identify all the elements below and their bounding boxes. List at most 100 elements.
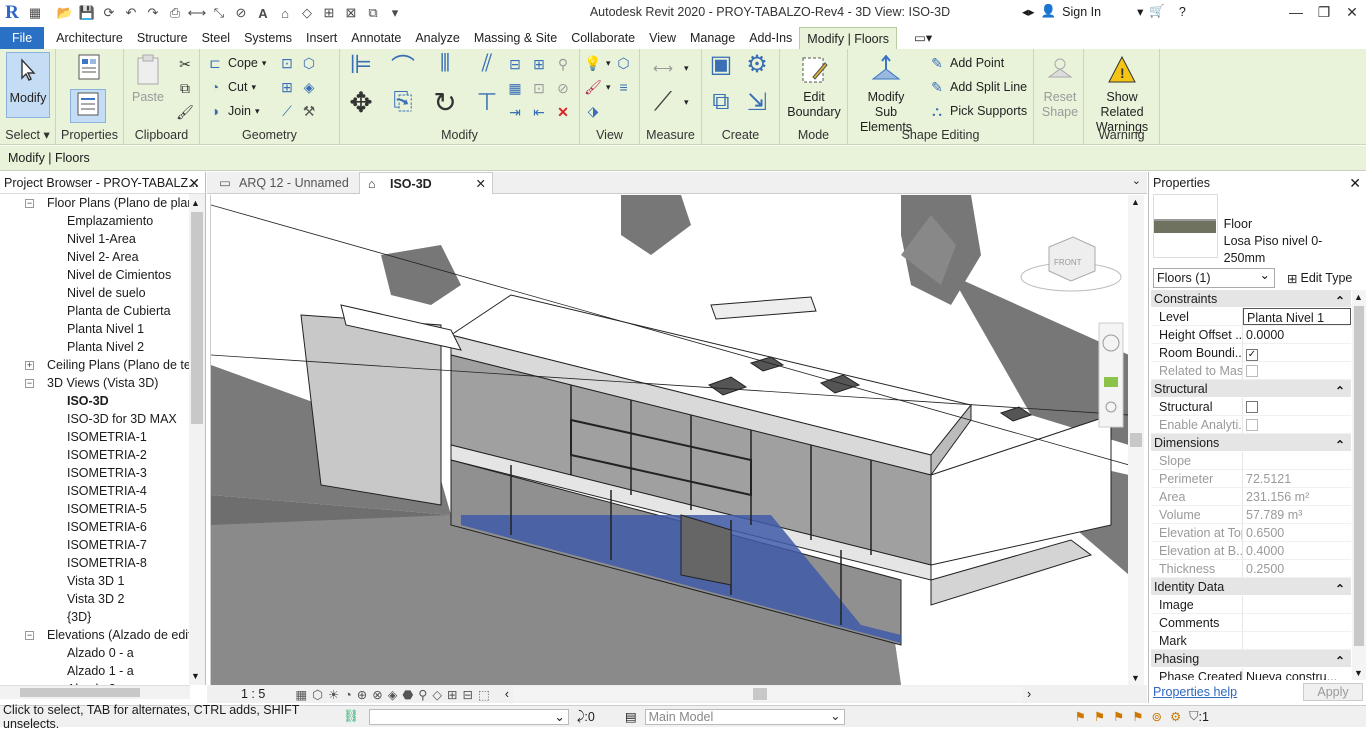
print-icon[interactable]: ⎙ <box>164 3 186 23</box>
cut-geometry-button[interactable]: ◔ Cut ▾ <box>206 76 256 98</box>
align-icon[interactable]: ⊫ <box>346 49 376 79</box>
geometry-tool-2[interactable]: ⊞ ◈ <box>278 76 318 98</box>
aligned-dimension-icon[interactable]: ⤡ <box>208 3 230 23</box>
tab-collaborate[interactable]: Collaborate <box>564 27 642 49</box>
measure-between-icon[interactable]: ⟷ <box>646 59 680 77</box>
linework-icon[interactable]: 🖌 <box>584 78 602 96</box>
array-icon[interactable]: ▦ <box>506 79 524 97</box>
property-row[interactable]: Comments <box>1151 614 1351 632</box>
revit-logo-icon[interactable]: R <box>0 1 24 25</box>
panel-toggle-icon[interactable]: ▭▾ <box>907 27 939 49</box>
tree-item[interactable]: Alzado 1 - a <box>0 662 190 680</box>
redo-icon[interactable]: ↷ <box>142 3 164 23</box>
cope-button[interactable]: ⊏ Cope ▾ <box>206 52 266 74</box>
property-row[interactable]: Mark <box>1151 632 1351 650</box>
edit-boundary-button[interactable]: Edit Boundary <box>784 54 844 120</box>
tree-category[interactable]: − 3D Views (Vista 3D) <box>0 374 190 392</box>
geometry-tool-1[interactable]: ⊡ ⬡ <box>278 52 318 74</box>
cut-tool[interactable]: ✂ <box>176 53 194 75</box>
view-scale[interactable]: 1 : 5 <box>241 687 265 701</box>
bulb-icon[interactable]: 💡 <box>584 54 602 72</box>
property-group-header[interactable]: Identity Data <box>1151 578 1351 598</box>
design-options-icon[interactable]: ▤ <box>625 709 637 724</box>
mirror-axis-icon[interactable]: ⫴ <box>430 49 460 79</box>
reset-shape-button[interactable]: Reset Shape <box>1038 54 1082 120</box>
tab-insert[interactable]: Insert <box>299 27 344 49</box>
tree-item[interactable]: Nivel de suelo <box>0 284 190 302</box>
tab-massing-site[interactable]: Massing & Site <box>467 27 564 49</box>
tree-item[interactable]: ISO-3D for 3D MAX <box>0 410 190 428</box>
home-icon[interactable]: ▦ <box>24 3 46 23</box>
tree-item[interactable]: ISOMETRIA-4 <box>0 482 190 500</box>
property-value[interactable]: 0.0000 <box>1243 326 1351 343</box>
move-icon[interactable]: ✥ <box>346 87 376 118</box>
type-properties-button[interactable] <box>66 52 110 88</box>
property-row[interactable]: Phase Created Nueva constru... <box>1151 668 1351 680</box>
tree-item[interactable]: Vista 3D 1 <box>0 572 190 590</box>
tree-item[interactable]: Nivel de Cimientos <box>0 266 190 284</box>
delete-icon[interactable]: ✕ <box>554 103 572 121</box>
section-icon[interactable]: ◇ <box>296 3 318 23</box>
tree-item[interactable]: Planta de Cubierta <box>0 302 190 320</box>
tag-icon[interactable]: ⊘ <box>230 3 252 23</box>
tab-manage[interactable]: Manage <box>683 27 742 49</box>
property-group-header[interactable]: Structural <box>1151 380 1351 400</box>
viewcube[interactable]: FRONT <box>1020 236 1122 292</box>
apply-button[interactable]: Apply <box>1303 683 1363 701</box>
tree-item[interactable]: Alzado 0 - a <box>0 644 190 662</box>
browser-vertical-scrollbar[interactable]: ▲ ▼ <box>189 194 205 685</box>
tab-systems[interactable]: Systems <box>237 27 299 49</box>
scroll-left-icon[interactable]: ‹ <box>505 687 509 701</box>
type-selector[interactable]: Floor Losa Piso nivel 0-250mm <box>1153 194 1361 265</box>
tab-steel[interactable]: Steel <box>195 27 238 49</box>
tree-item[interactable]: Planta Nivel 1 <box>0 320 190 338</box>
3d-view-icon[interactable]: ⌂ <box>274 3 296 23</box>
sync-icon[interactable]: ⟳ <box>98 3 120 23</box>
add-split-line-button[interactable]: ✎ Add Split Line <box>928 76 1027 98</box>
tab-add-ins[interactable]: Add-Ins <box>742 27 799 49</box>
property-row[interactable]: Image <box>1151 596 1351 614</box>
tree-item[interactable]: ISO-3D <box>0 392 190 410</box>
collapse-icon[interactable]: − <box>25 199 34 208</box>
tab-architecture[interactable]: Architecture <box>49 27 130 49</box>
match-properties-tool[interactable]: 🖌 <box>176 101 194 123</box>
tree-item[interactable]: Vista 3D 2 <box>0 590 190 608</box>
undo-icon[interactable]: ↶ <box>120 3 142 23</box>
collapse-icon[interactable]: − <box>25 631 34 640</box>
property-value[interactable] <box>1243 614 1351 631</box>
tab-structure[interactable]: Structure <box>130 27 195 49</box>
customize-qat-icon[interactable]: ▾ <box>384 3 406 23</box>
copy-tool[interactable]: ⧉ <box>176 77 194 99</box>
trim-extend-icon[interactable]: ⇥ <box>506 103 524 121</box>
create-part-icon[interactable]: ▣ <box>706 49 736 79</box>
property-group-header[interactable]: Phasing <box>1151 650 1351 670</box>
design-option-dropdown[interactable]: Main Model ⌄ <box>644 708 845 725</box>
text-icon[interactable]: A <box>252 3 274 23</box>
close-browser-icon[interactable]: ✕ <box>188 172 200 194</box>
tree-item[interactable]: ISOMETRIA-1 <box>0 428 190 446</box>
scroll-right-icon[interactable]: › <box>1027 687 1031 701</box>
property-value[interactable] <box>1243 632 1351 649</box>
view-horizontal-scrollbar[interactable] <box>512 687 1023 701</box>
hide-icon[interactable]: ≡ <box>615 78 633 96</box>
open-icon[interactable]: 📂 <box>54 3 76 23</box>
tree-item[interactable]: Nivel 1-Area <box>0 230 190 248</box>
trim-multiple-icon[interactable]: ⇤ <box>530 103 548 121</box>
close-properties-icon[interactable]: ✕ <box>1349 172 1361 194</box>
create-group-icon[interactable]: ⚙ <box>742 49 772 79</box>
workset-dropdown[interactable]: ⌄ <box>368 708 569 725</box>
switch-windows-icon[interactable]: ⧉ <box>362 3 384 23</box>
property-row[interactable]: Room Boundi... ✓ <box>1151 344 1351 362</box>
select-dropdown[interactable]: Select ▾ <box>0 127 55 142</box>
show-related-warnings-button[interactable]: ! Show Related Warnings <box>1084 54 1160 135</box>
cut-profile-icon[interactable]: ⬗ <box>584 102 602 120</box>
property-group-header[interactable]: Dimensions <box>1151 434 1351 454</box>
properties-help-link[interactable]: Properties help <box>1153 685 1237 699</box>
paste-button[interactable]: Paste <box>128 54 168 105</box>
property-value[interactable]: Planta Nivel 1 <box>1243 308 1351 325</box>
navigation-bar[interactable] <box>1098 322 1124 428</box>
tree-item[interactable]: Emplazamiento <box>0 212 190 230</box>
properties-scrollbar[interactable]: ▲ ▼ <box>1352 290 1366 680</box>
pin-icon[interactable]: ⚲ <box>554 55 572 73</box>
property-value[interactable] <box>1243 596 1351 613</box>
